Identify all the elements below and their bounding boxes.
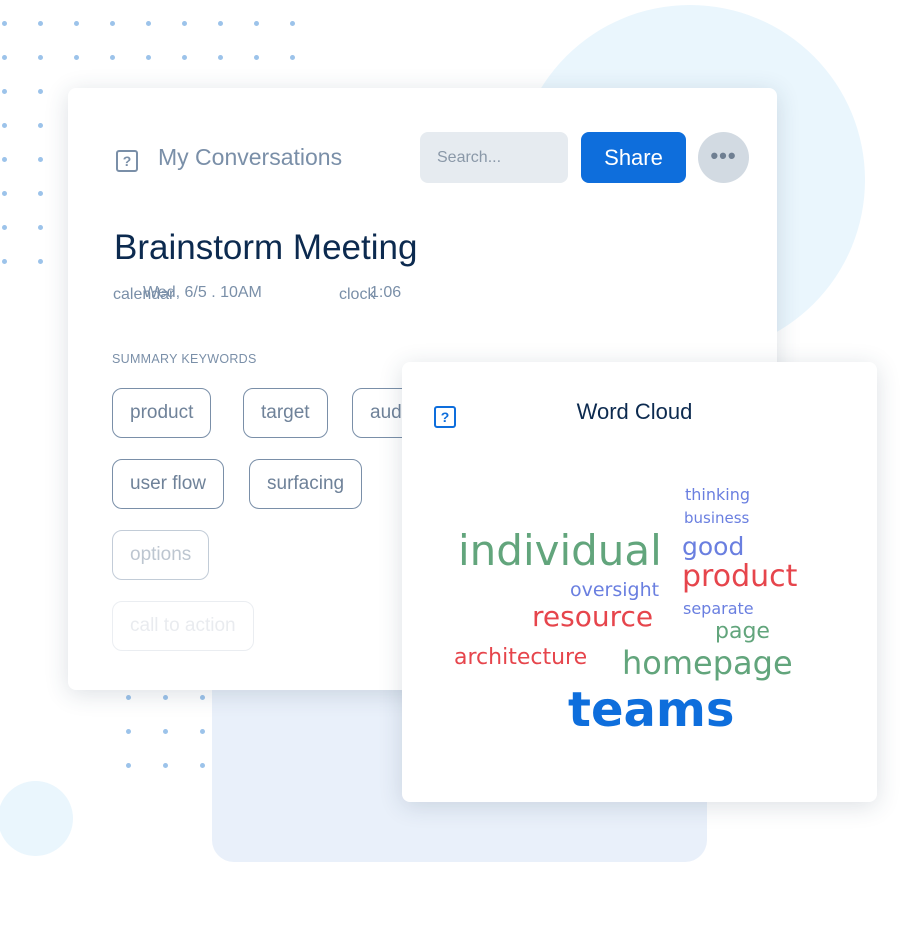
dot	[110, 55, 115, 60]
dot	[200, 695, 205, 700]
meeting-title: Brainstorm Meeting	[114, 228, 418, 267]
cloud-word: architecture	[454, 645, 588, 670]
dot	[126, 763, 131, 768]
dot	[38, 89, 43, 94]
cloud-word: product	[682, 559, 798, 594]
dot	[2, 55, 7, 60]
cloud-word: page	[715, 619, 770, 644]
cloud-word: good	[682, 532, 745, 561]
dot	[38, 225, 43, 230]
dot	[163, 695, 168, 700]
dot	[182, 55, 187, 60]
dot	[200, 763, 205, 768]
dot	[163, 763, 168, 768]
cloud-word: oversight	[570, 579, 660, 601]
keyword-chip[interactable]: user flow	[112, 459, 225, 509]
cloud-word: separate	[683, 599, 754, 618]
meeting-date: Wed, 6/5 . 10AM	[143, 284, 262, 301]
dot	[74, 55, 79, 60]
keyword-chip[interactable]: options	[112, 530, 210, 580]
dot	[38, 55, 43, 60]
app-title: My Conversations	[158, 144, 343, 170]
meeting-duration: 1:06	[370, 284, 402, 301]
dot	[2, 89, 7, 94]
dot	[38, 157, 43, 162]
keyword-chip[interactable]: call to action	[112, 601, 254, 651]
dot	[126, 729, 131, 734]
background-circle-small	[0, 781, 73, 856]
cloud-word: homepage	[622, 644, 793, 682]
dot	[38, 191, 43, 196]
cloud-word: individual	[458, 526, 662, 575]
dot	[2, 225, 7, 230]
cloud-word: business	[684, 509, 750, 527]
dot	[290, 21, 295, 26]
keywords-label: SUMMARY KEYWORDS	[112, 352, 257, 366]
dot	[74, 21, 79, 26]
search-input[interactable]	[420, 132, 568, 183]
dot	[38, 259, 43, 264]
dot	[146, 55, 151, 60]
dot	[200, 729, 205, 734]
dot	[38, 21, 43, 26]
dot	[254, 21, 259, 26]
cloud-word: resource	[532, 600, 654, 633]
dot	[2, 21, 7, 26]
more-options-button[interactable]: •••	[698, 132, 749, 183]
dot	[126, 695, 131, 700]
help-icon: ?	[116, 150, 138, 172]
dot	[2, 157, 7, 162]
cloud-word: teams	[568, 682, 735, 738]
dot	[218, 21, 223, 26]
dot	[146, 21, 151, 26]
dot	[38, 123, 43, 128]
share-button[interactable]: Share	[581, 132, 686, 183]
dot	[182, 21, 187, 26]
dot	[110, 21, 115, 26]
dot	[290, 55, 295, 60]
cloud-word: thinking	[685, 485, 751, 504]
word-cloud-card: ? Word Cloud thinking business individua…	[402, 362, 877, 802]
dot	[218, 55, 223, 60]
word-cloud-title: Word Cloud	[576, 399, 693, 424]
dot	[2, 191, 7, 196]
dot	[163, 729, 168, 734]
dot	[254, 55, 259, 60]
keyword-chip[interactable]: surfacing	[249, 459, 363, 509]
dot	[2, 259, 7, 264]
dot	[2, 123, 7, 128]
keyword-chip[interactable]: product	[112, 388, 212, 438]
keyword-chip[interactable]: target	[243, 388, 328, 438]
